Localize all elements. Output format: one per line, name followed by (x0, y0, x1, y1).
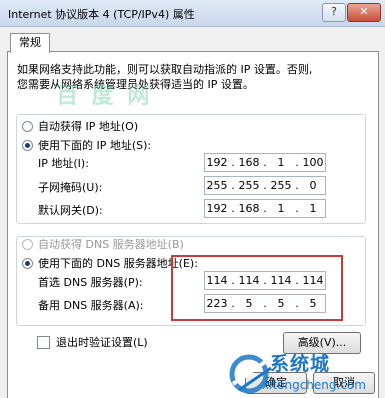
checkbox-box (37, 335, 50, 349)
octet: 0 (309, 179, 317, 192)
logo-text: 系统城 (270, 353, 331, 375)
dns-highlight-box (171, 255, 343, 321)
dot-separator: . (263, 202, 267, 215)
octet: 192 (206, 156, 228, 169)
dot-separator: . (231, 202, 235, 215)
octet: 255 (238, 179, 260, 192)
octet: 1 (277, 202, 285, 215)
dot-separator: . (295, 202, 299, 215)
octet: 1 (309, 202, 317, 215)
help-button[interactable]: ? (322, 3, 346, 22)
title-bar: Internet 协议版本 4 (TCP/IPv4) 属性 ? ✕ (0, 0, 385, 27)
manual-ip-label: 使用下面的 IP 地址(S): (38, 139, 152, 152)
subnet-mask-label: 子网掩码(U): (38, 181, 103, 194)
dot-separator: . (263, 179, 267, 192)
ipv4-properties-dialog: Internet 协议版本 4 (TCP/IPv4) 属性 ? ✕ 常规 如果网… (0, 0, 385, 398)
ip-address-input[interactable]: 192. 168. 1. 100 (204, 153, 326, 172)
subnet-mask-input[interactable]: 255. 255. 255. 0 (204, 176, 326, 195)
octet: 168 (238, 202, 260, 215)
preferred-dns-label: 首选 DNS 服务器(P): (38, 276, 143, 289)
watermark: 百 度 网 (56, 84, 153, 109)
close-button[interactable]: ✕ (347, 3, 381, 22)
default-gateway-label: 默认网关(D): (38, 204, 103, 217)
octet: 1 (277, 156, 285, 169)
octet: 255 (270, 179, 292, 192)
dot-separator: . (263, 156, 267, 169)
window-title: Internet 协议版本 4 (TCP/IPv4) 属性 (8, 8, 195, 21)
dot-separator: . (231, 156, 235, 169)
radio-dot-selected (22, 139, 33, 151)
logo-subtext: xitongcheng.com (262, 378, 366, 392)
alternate-dns-label: 备用 DNS 服务器(A): (38, 299, 144, 312)
validate-settings-checkbox[interactable]: 退出时验证设置(L) (37, 334, 148, 350)
octet: 168 (238, 156, 260, 169)
dot-separator: . (295, 179, 299, 192)
tab-general[interactable]: 常规 (10, 33, 50, 53)
ip-address-label: IP 地址(I): (38, 157, 89, 170)
octet: 255 (206, 179, 228, 192)
octet: 100 (302, 156, 324, 169)
dot-separator: . (295, 156, 299, 169)
description-line-1: 如果网络支持此功能，则可以获取自动指派的 IP 设置。否则, (17, 63, 313, 76)
validate-settings-label: 退出时验证设置(L) (56, 336, 148, 349)
default-gateway-input[interactable]: 192. 168. 1. 1 (204, 199, 326, 218)
dot-separator: . (231, 179, 235, 192)
manual-ip-radio[interactable]: 使用下面的 IP 地址(S): (22, 137, 155, 153)
octet: 192 (206, 202, 228, 215)
radio-dot-selected (22, 257, 33, 269)
